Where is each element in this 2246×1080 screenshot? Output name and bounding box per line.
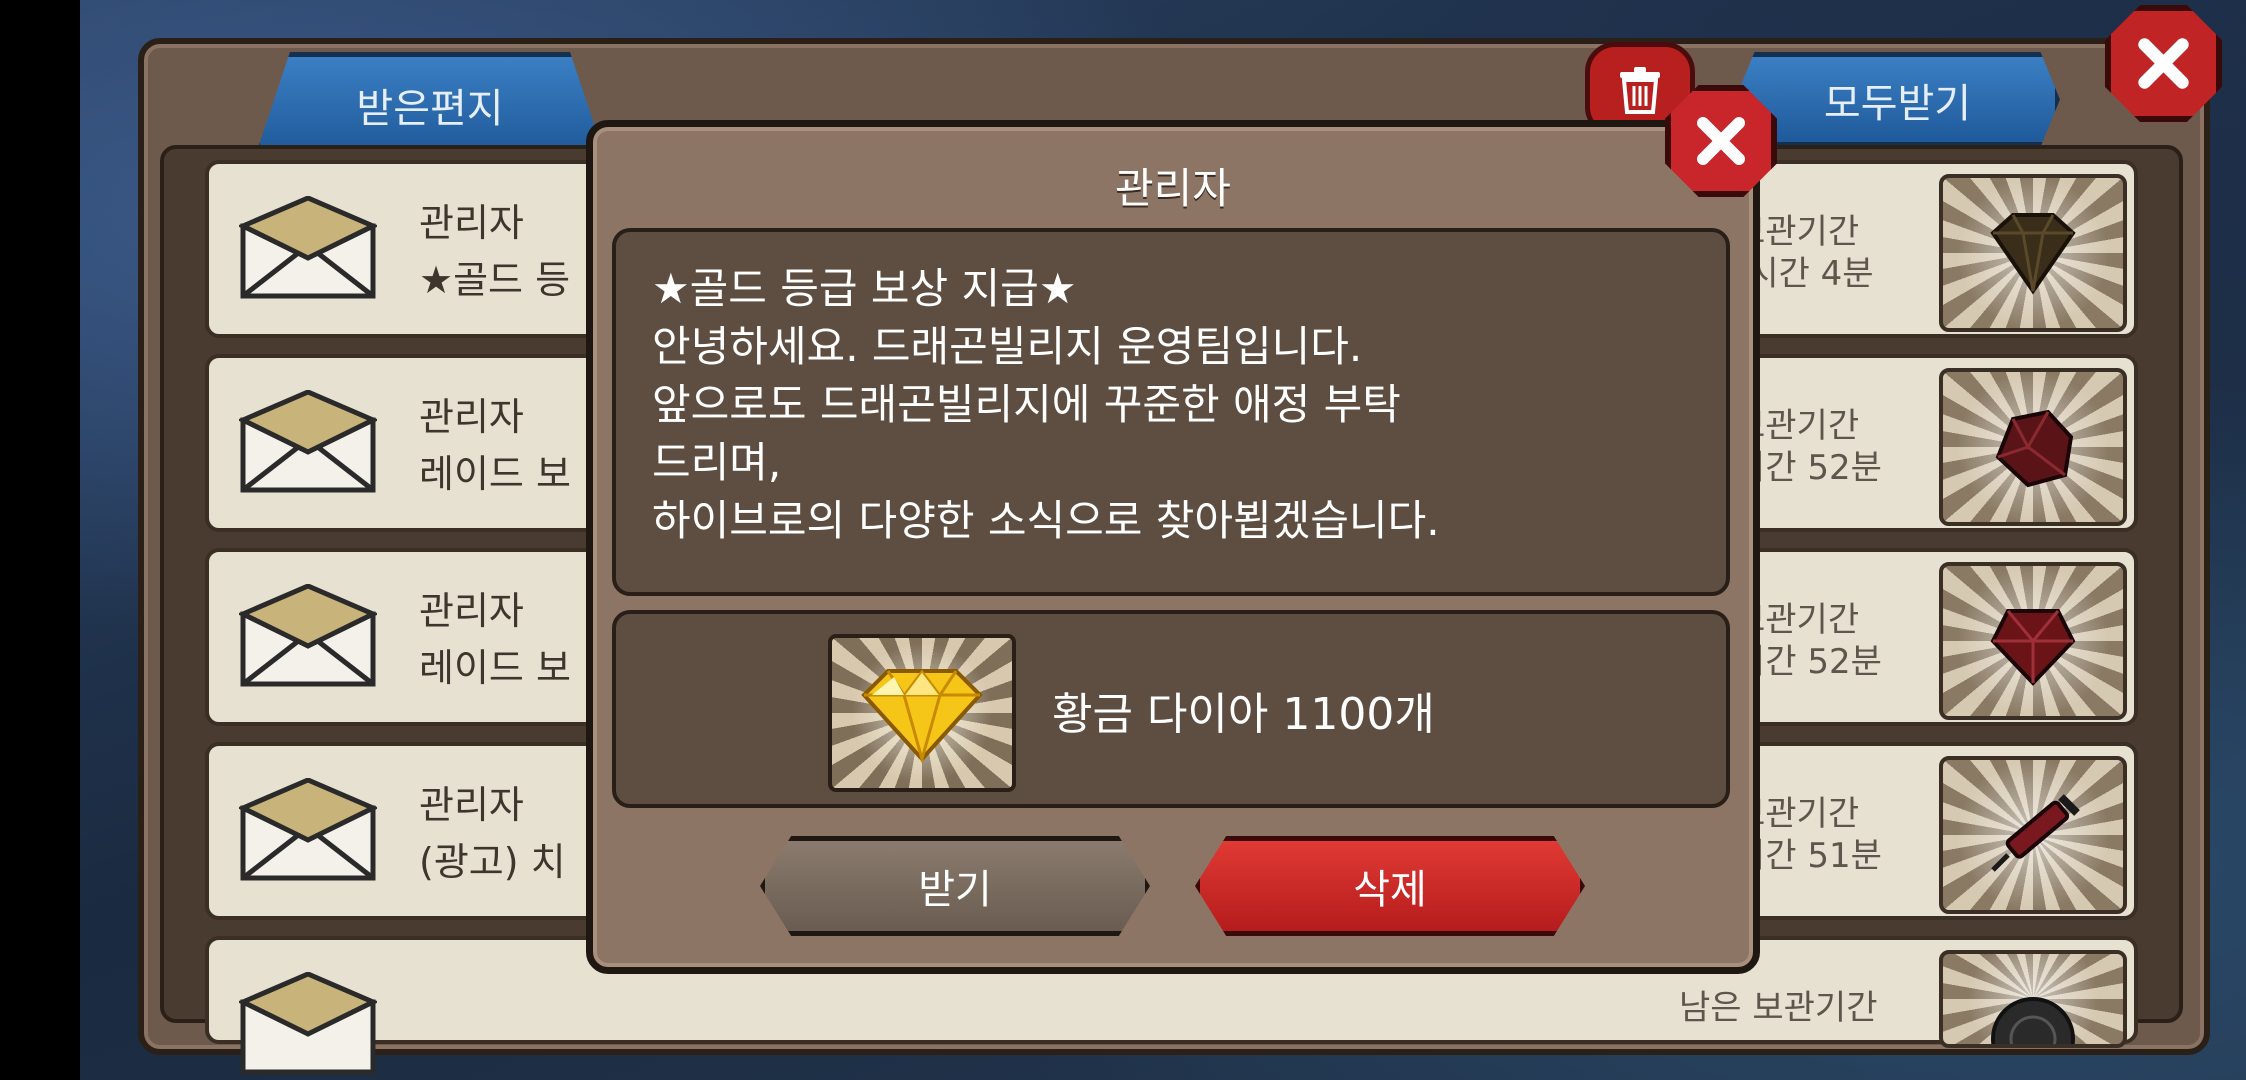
gold-diamond-icon [861, 669, 983, 763]
reward-item-slot [828, 634, 1016, 792]
claim-button-label: 받기 [918, 867, 992, 913]
message-line: 앞으로도 드래곤빌리지에 꾸준한 애정 부탁 [652, 380, 1401, 429]
dialog-title: 관리자 [1115, 164, 1231, 213]
message-text: ★골드 등급 보상 지급★ 안녕하세요. 드래곤빌리지 운영팀입니다. 앞으로도… [652, 260, 1696, 550]
message-line: 하이브로의 다양한 소식으로 찾아뵙겠습니다. [652, 496, 1440, 545]
close-dialog-button[interactable] [1665, 85, 1777, 197]
close-icon [1697, 117, 1745, 165]
reward-text: 황금 다이아 1100개 [1052, 689, 1435, 740]
message-line: 드리며, [652, 438, 782, 487]
message-body: ★골드 등급 보상 지급★ 안녕하세요. 드래곤빌리지 운영팀입니다. 앞으로도… [612, 228, 1730, 596]
claim-button[interactable]: 받기 [760, 836, 1150, 936]
message-line: ★골드 등급 보상 지급★ [652, 264, 1077, 313]
message-line: 안녕하세요. 드래곤빌리지 운영팀입니다. [652, 322, 1363, 371]
reward-panel: 황금 다이아 1100개 [612, 610, 1730, 808]
delete-button[interactable]: 삭제 [1195, 836, 1585, 936]
delete-button-label: 삭제 [1353, 867, 1427, 913]
